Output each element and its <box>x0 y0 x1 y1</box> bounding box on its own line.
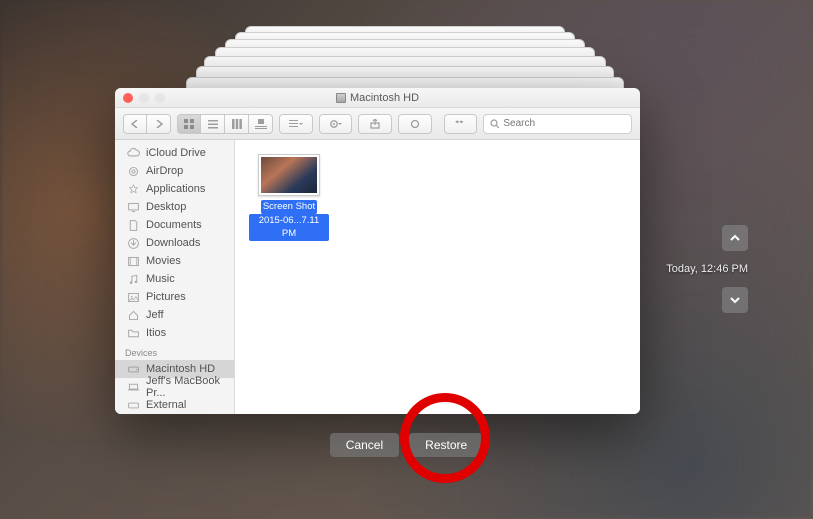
arrange-menu[interactable] <box>279 114 313 134</box>
icon-view-button[interactable] <box>177 114 201 134</box>
action-buttons: Cancel Restore <box>0 433 813 457</box>
sidebar-item-label: Itios <box>146 327 166 339</box>
tags-button[interactable] <box>398 114 432 134</box>
sidebar-item-jeff[interactable]: Jeff <box>115 306 234 324</box>
search-input[interactable] <box>503 118 625 129</box>
window-controls <box>123 93 165 103</box>
view-switcher <box>177 114 273 134</box>
sidebar-item-label: External <box>146 399 186 411</box>
hd-icon <box>336 93 346 103</box>
sidebar-item-label: Movies <box>146 255 181 267</box>
pictures-icon <box>127 291 140 304</box>
sidebar-item-music[interactable]: Music <box>115 270 234 288</box>
sidebar-item-documents[interactable]: Documents <box>115 216 234 234</box>
airdrop-icon <box>127 165 140 178</box>
file-thumbnail <box>258 154 320 196</box>
desktop-icon <box>127 201 140 214</box>
folder-icon <box>127 327 140 340</box>
close-icon[interactable] <box>123 93 133 103</box>
file-name-line1: Screen Shot <box>261 200 317 214</box>
nav-buttons <box>123 114 171 134</box>
action-menu[interactable] <box>319 114 353 134</box>
finder-window: Macintosh HD iCloud Drive AirDrop Applicat… <box>115 88 640 414</box>
cloud-icon <box>127 147 140 160</box>
list-view-button[interactable] <box>201 114 225 134</box>
sidebar-item-label: Documents <box>146 219 202 231</box>
window-title: Macintosh HD <box>115 92 640 104</box>
sidebar-item-label: Macintosh HD <box>146 363 215 375</box>
sidebar-item-label: iCloud Drive <box>146 147 206 159</box>
share-button[interactable] <box>358 114 392 134</box>
file-name-line2: 2015-06...7.11 PM <box>249 214 329 241</box>
file-item[interactable]: Screen Shot 2015-06...7.11 PM <box>249 154 329 241</box>
sidebar-item-itios[interactable]: Itios <box>115 324 234 342</box>
search-icon <box>490 119 499 129</box>
sidebar-section-devices: Devices <box>115 342 234 360</box>
laptop-icon <box>127 381 140 394</box>
restore-button[interactable]: Restore <box>409 433 483 457</box>
timeline-down-button[interactable] <box>722 287 748 313</box>
time-machine-nav: Today, 12:46 PM <box>666 225 748 313</box>
content-area[interactable]: Screen Shot 2015-06...7.11 PM <box>235 140 640 414</box>
forward-button[interactable] <box>147 114 171 134</box>
time-machine-window-stack <box>190 26 620 86</box>
sidebar-item-label: Pictures <box>146 291 186 303</box>
sidebar-item-pictures[interactable]: Pictures <box>115 288 234 306</box>
dropbox-menu[interactable] <box>444 114 478 134</box>
disk-icon <box>127 399 140 412</box>
sidebar-item-label: Jeff's MacBook Pr... <box>146 375 226 399</box>
downloads-icon <box>127 237 140 250</box>
movies-icon <box>127 255 140 268</box>
music-icon <box>127 273 140 286</box>
sidebar-item-icloud-drive[interactable]: iCloud Drive <box>115 144 234 162</box>
sidebar-item-movies[interactable]: Movies <box>115 252 234 270</box>
zoom-icon <box>155 93 165 103</box>
sidebar-item-downloads[interactable]: Downloads <box>115 234 234 252</box>
sidebar-item-applications[interactable]: Applications <box>115 180 234 198</box>
sidebar-item-label: Applications <box>146 183 205 195</box>
sidebar-item-jeff-s-macbook-pr-[interactable]: Jeff's MacBook Pr... <box>115 378 234 396</box>
sidebar-item-label: Downloads <box>146 237 200 249</box>
sidebar-item-label: Jeff <box>146 309 164 321</box>
minimize-icon <box>139 93 149 103</box>
coverflow-view-button[interactable] <box>249 114 273 134</box>
timeline-label: Today, 12:46 PM <box>666 259 748 279</box>
titlebar[interactable]: Macintosh HD <box>115 88 640 108</box>
sidebar: iCloud Drive AirDrop Applications Desktop Do… <box>115 140 235 414</box>
sidebar-item-airdrop[interactable]: AirDrop <box>115 162 234 180</box>
applications-icon <box>127 183 140 196</box>
sidebar-item-label: Music <box>146 273 175 285</box>
window-title-text: Macintosh HD <box>350 92 419 104</box>
column-view-button[interactable] <box>225 114 249 134</box>
timeline-up-button[interactable] <box>722 225 748 251</box>
cancel-button[interactable]: Cancel <box>330 433 399 457</box>
search-field[interactable] <box>483 114 632 134</box>
home-icon <box>127 309 140 322</box>
documents-icon <box>127 219 140 232</box>
sidebar-item-label: Desktop <box>146 201 186 213</box>
sidebar-item-label: AirDrop <box>146 165 183 177</box>
hd-icon <box>127 363 140 376</box>
toolbar <box>115 108 640 140</box>
back-button[interactable] <box>123 114 147 134</box>
sidebar-item-desktop[interactable]: Desktop <box>115 198 234 216</box>
